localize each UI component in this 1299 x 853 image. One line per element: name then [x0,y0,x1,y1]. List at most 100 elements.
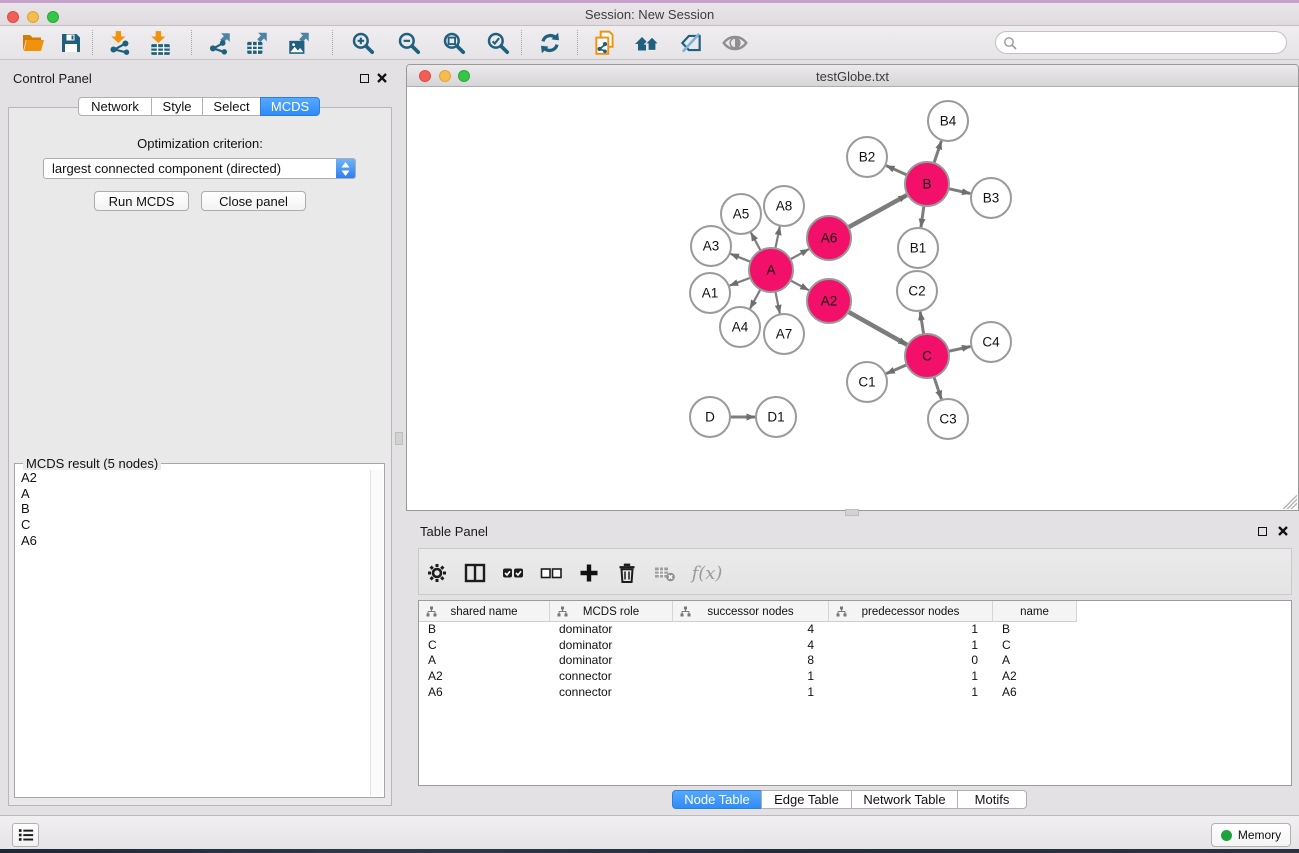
export-network-button[interactable] [205,29,235,57]
table-row[interactable]: Cdominator41C [419,638,1291,654]
tab-edge-table[interactable]: Edge Table [761,790,852,809]
zoom-in-button[interactable] [348,29,378,57]
table-row[interactable]: Adominator80A [419,653,1291,669]
refresh-view-button[interactable] [535,29,565,57]
table-cell[interactable]: A6 [419,685,550,701]
zoom-fit-button[interactable] [439,29,469,57]
tab-network[interactable]: Network [78,97,152,116]
memory-button[interactable]: Memory [1211,823,1291,847]
tab-motifs[interactable]: Motifs [957,790,1027,809]
zoom-selected-button[interactable] [483,29,513,57]
hide-labels-button[interactable] [676,29,706,57]
import-network-button[interactable] [105,29,135,57]
graph-edge-B-B2[interactable] [886,166,907,175]
table-cell[interactable]: A2 [993,669,1077,685]
table-row[interactable]: Bdominator41B [419,622,1291,638]
open-session-button[interactable] [18,29,48,57]
select-all-columns-button[interactable] [498,559,528,587]
add-column-button[interactable] [574,559,604,587]
column-header-predecessor-nodes[interactable]: predecessor nodes [829,601,993,622]
table-cell[interactable]: 4 [673,638,829,654]
column-header-MCDS-role[interactable]: MCDS role [550,601,673,622]
tab-node-table[interactable]: Node Table [672,790,762,809]
table-cell[interactable]: A [993,653,1077,669]
table-cell[interactable]: B [993,622,1077,638]
function-builder-button[interactable]: f(x) [687,559,727,587]
save-session-button[interactable] [56,29,86,57]
graph-edge-B-B1[interactable] [921,206,924,227]
tab-network-table[interactable]: Network Table [851,790,958,809]
graph-edge-A6-B[interactable] [848,195,907,227]
mcds-result-item[interactable]: A6 [21,533,370,549]
window-resize-grip[interactable] [1283,495,1297,509]
table-settings-button[interactable] [422,559,452,587]
vertical-split-grip[interactable] [395,432,403,445]
table-cell[interactable]: A2 [419,669,550,685]
tab-select[interactable]: Select [202,97,261,116]
table-cell[interactable]: 0 [829,653,993,669]
copy-network-button[interactable] [590,29,620,57]
graph-edge-A-A6[interactable] [790,249,809,259]
zoom-out-button[interactable] [394,29,424,57]
delete-column-button[interactable] [612,559,642,587]
graph-edge-B-B4[interactable] [934,141,941,163]
table-cell[interactable]: C [993,638,1077,654]
table-cell[interactable]: A [419,653,550,669]
graph-edge-A-A7[interactable] [775,292,779,314]
table-cell[interactable]: 1 [829,685,993,701]
table-cell[interactable]: connector [550,669,673,685]
network-canvas[interactable]: B4B2BB3A5A8A6A3B1AA1C2A2A4A7C4CC1C3DD1 [407,87,1298,511]
graph-edge-C-C2[interactable] [920,312,923,335]
table-cell[interactable]: 1 [829,622,993,638]
table-row[interactable]: A2connector11A2 [419,669,1291,685]
search-input[interactable] [1021,32,1286,53]
graph-edge-A-A5[interactable] [751,233,761,251]
horizontal-split-grip[interactable] [845,509,859,516]
close-panel-button[interactable]: Close panel [201,191,306,211]
unselect-all-columns-button[interactable] [536,559,566,587]
table-panel-close-button[interactable] [1276,524,1290,538]
graph-edge-A-A4[interactable] [750,289,760,308]
mcds-list-scrollbar[interactable] [370,470,383,796]
graph-edge-A2-C[interactable] [848,312,907,345]
graph-edge-A-A2[interactable] [790,280,808,290]
column-header-name[interactable]: name [993,601,1077,622]
table-panel-float-button[interactable] [1255,524,1269,538]
mcds-result-item[interactable]: A2 [21,470,370,486]
show-view-button[interactable] [720,29,750,57]
mcds-result-item[interactable]: A [21,486,370,502]
graph-edge-B-B3[interactable] [948,189,970,194]
tab-mcds[interactable]: MCDS [260,97,320,116]
table-row[interactable]: A6connector11A6 [419,685,1291,701]
table-cell[interactable]: A6 [993,685,1077,701]
graph-edge-A-A8[interactable] [775,227,779,249]
tab-style[interactable]: Style [151,97,203,116]
table-cell[interactable]: 1 [829,638,993,654]
graph-edge-A-A3[interactable] [730,254,750,262]
column-header-shared-name[interactable]: shared name [419,601,550,622]
table-cell[interactable]: 4 [673,622,829,638]
table-cell[interactable]: connector [550,685,673,701]
graph-edge-C-C4[interactable] [948,346,970,351]
run-mcds-button[interactable]: Run MCDS [94,191,189,211]
graph-edge-A-A1[interactable] [730,278,751,286]
graph-edge-C-C1[interactable] [886,365,907,374]
export-table-button[interactable] [242,29,272,57]
task-history-button[interactable] [12,823,39,847]
split-columns-button[interactable] [460,559,490,587]
import-table-button[interactable] [145,29,175,57]
control-panel-float-button[interactable] [357,71,371,85]
mcds-result-item[interactable]: B [21,501,370,517]
delete-table-button[interactable] [650,559,680,587]
export-image-button[interactable] [284,29,314,57]
optimization-criterion-dropdown[interactable]: largest connected component (directed) [43,158,356,179]
column-header-successor-nodes[interactable]: successor nodes [673,601,829,622]
table-cell[interactable]: 8 [673,653,829,669]
mcds-result-item[interactable]: C [21,517,370,533]
table-cell[interactable]: C [419,638,550,654]
table-cell[interactable]: dominator [550,638,673,654]
table-cell[interactable]: B [419,622,550,638]
graph-edge-C-C3[interactable] [934,377,941,399]
first-neighbors-button[interactable] [632,29,662,57]
table-cell[interactable]: 1 [829,669,993,685]
